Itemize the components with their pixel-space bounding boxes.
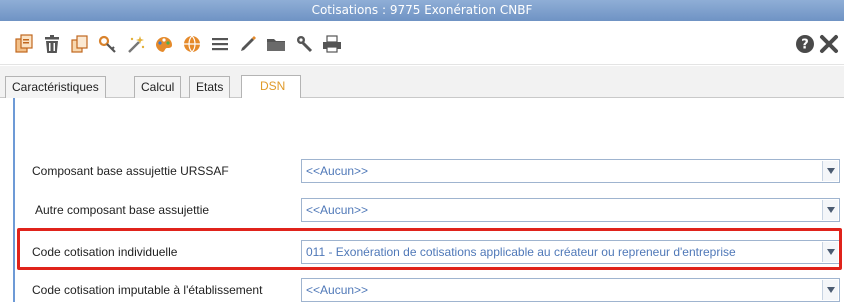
svg-text:?: ?	[801, 38, 809, 53]
wrench-icon[interactable]	[293, 33, 315, 55]
tab-calcul[interactable]: Calcul	[134, 76, 182, 98]
code-cotisation-imputable-select[interactable]: <<Aucun>>	[301, 278, 840, 302]
close-icon[interactable]	[818, 33, 840, 55]
code-cotisation-individuelle-select[interactable]: 011 - Exonération de cotisations applica…	[301, 240, 840, 264]
row-composant-base-urssaf: Composant base assujettie URSSAF <<Aucun…	[15, 155, 844, 187]
globe-icon[interactable]	[181, 33, 203, 55]
trash-icon[interactable]	[41, 33, 63, 55]
tab-caracteristiques[interactable]: Caractéristiques	[5, 76, 106, 98]
row-label: Code cotisation individuelle	[32, 245, 178, 259]
dropdown-arrow-icon[interactable]	[822, 280, 838, 300]
duplicate-icon[interactable]	[69, 33, 91, 55]
color-palette-icon[interactable]	[153, 33, 175, 55]
tab-dsn[interactable]: DSN	[241, 75, 301, 98]
print-icon[interactable]	[321, 33, 343, 55]
row-code-cotisation-individuelle: Code cotisation individuelle 011 - Exoné…	[15, 236, 844, 268]
key-link-icon[interactable]	[97, 33, 119, 55]
help-icon[interactable]: ?	[794, 33, 816, 55]
row-code-cotisation-imputable: Code cotisation imputable à l'établissem…	[15, 274, 844, 302]
autre-composant-base-select[interactable]: <<Aucun>>	[301, 198, 840, 222]
pencil-tool-icon[interactable]	[237, 33, 259, 55]
dropdown-arrow-icon[interactable]	[822, 200, 838, 220]
dropdown-arrow-icon[interactable]	[822, 242, 838, 262]
list-lines-icon[interactable]	[209, 33, 231, 55]
row-label: Composant base assujettie URSSAF	[32, 164, 229, 178]
row-autre-composant-base: Autre composant base assujettie <<Aucun>…	[15, 194, 844, 226]
cotisations-window: Cotisations : 9775 Exonération CNBF ? Ca…	[0, 0, 844, 302]
field-value: 011 - Exonération de cotisations applica…	[306, 245, 736, 259]
tab-strip: Caractéristiques Calcul Etats DSN	[0, 66, 844, 98]
window-title: Cotisations : 9775 Exonération CNBF	[0, 0, 844, 21]
dropdown-arrow-icon[interactable]	[822, 161, 838, 181]
copy-icon[interactable]	[13, 33, 35, 55]
field-value: <<Aucun>>	[306, 164, 369, 178]
folder-icon[interactable]	[265, 33, 287, 55]
composant-base-urssaf-select[interactable]: <<Aucun>>	[301, 159, 840, 183]
tab-etats[interactable]: Etats	[189, 76, 231, 98]
dsn-panel: Composant base assujettie URSSAF <<Aucun…	[13, 98, 844, 302]
row-label: Autre composant base assujettie	[35, 203, 210, 217]
toolbar: ?	[0, 21, 844, 65]
magic-wand-icon[interactable]	[125, 33, 147, 55]
field-value: <<Aucun>>	[306, 203, 369, 217]
row-label: Code cotisation imputable à l'établissem…	[32, 283, 263, 297]
field-value: <<Aucun>>	[306, 283, 369, 297]
